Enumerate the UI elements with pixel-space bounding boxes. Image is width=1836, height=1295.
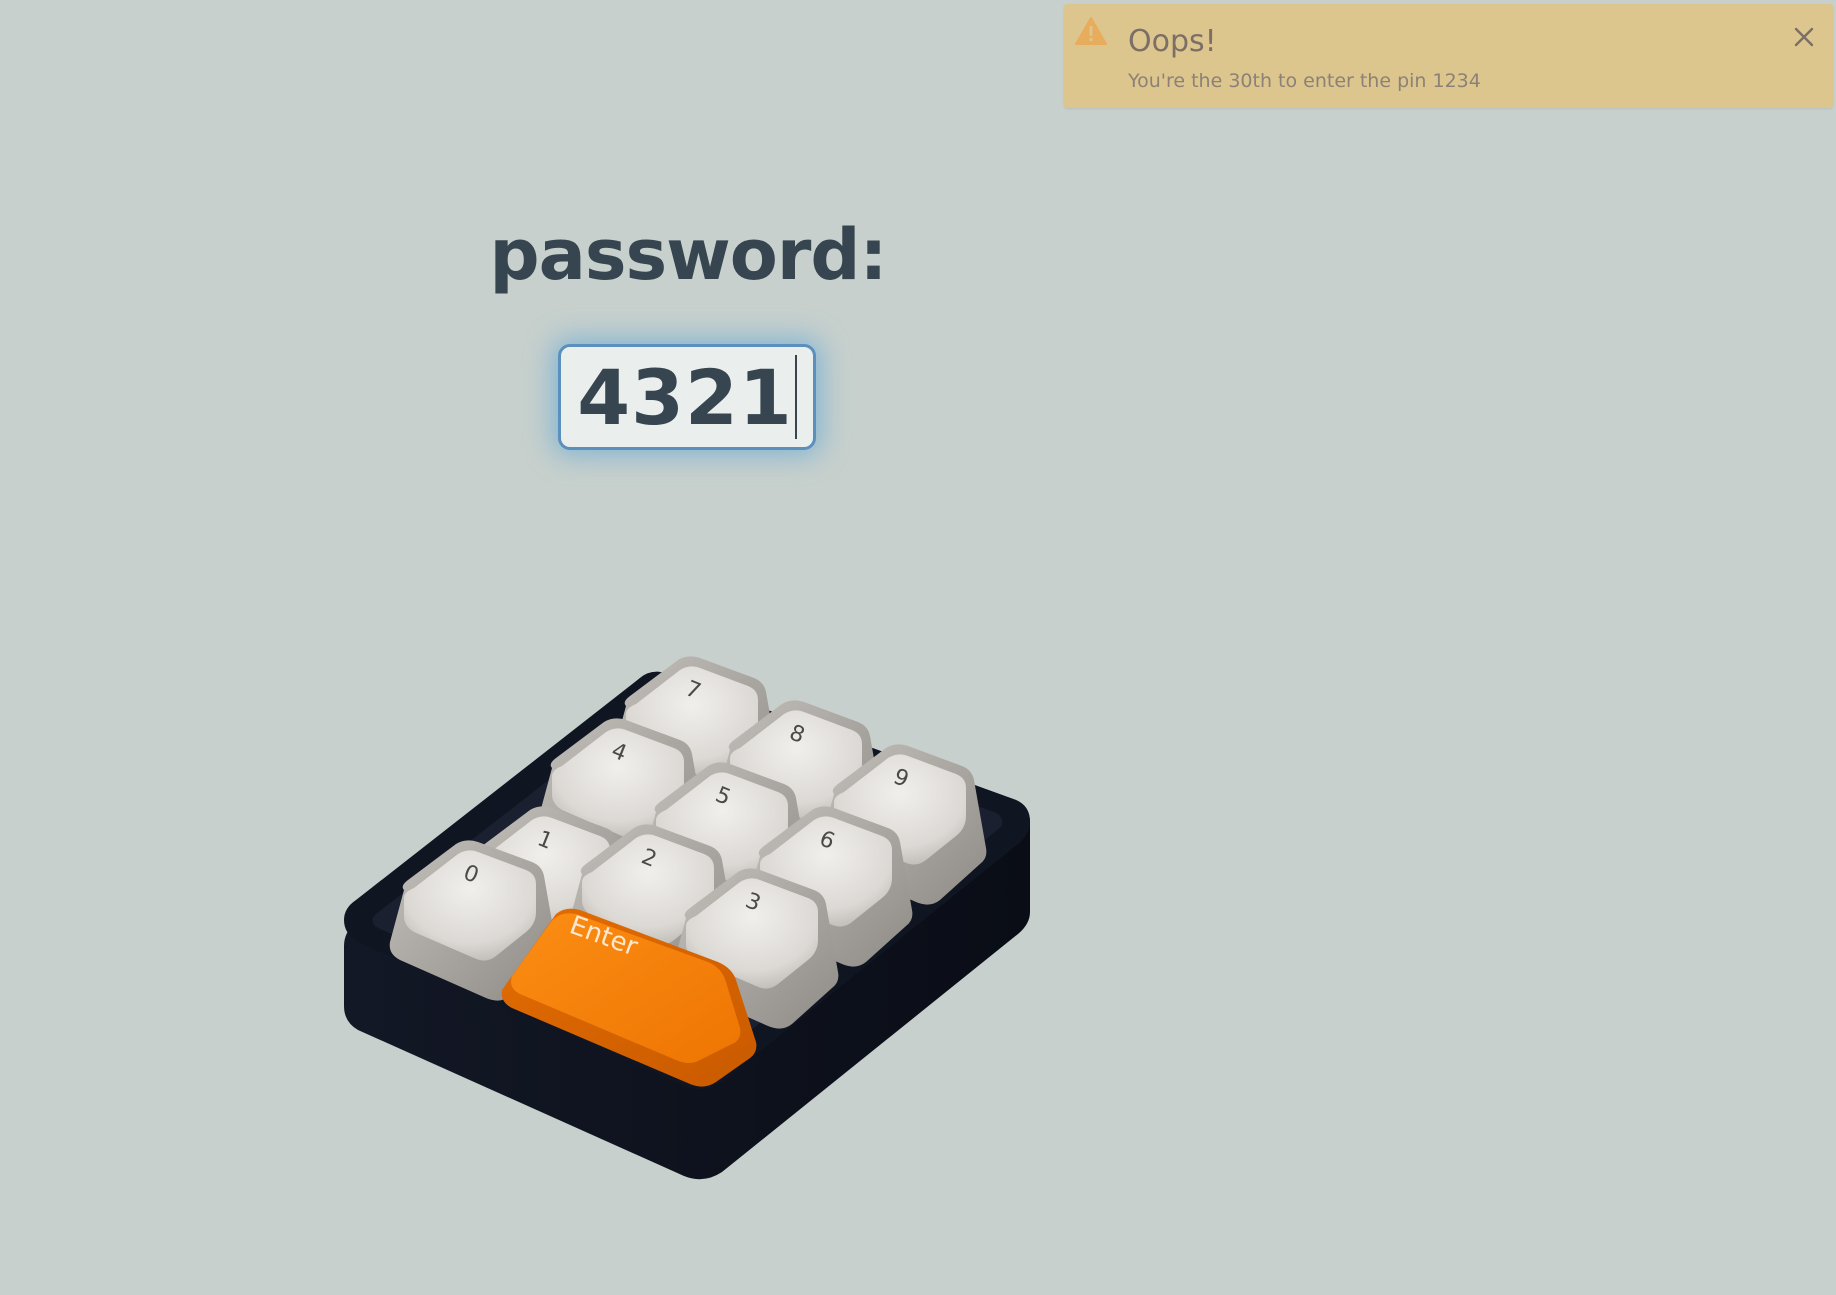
keypad: 784951 6203Enter xyxy=(344,656,1030,1180)
page: Oops! You're the 30th to enter the pin 1… xyxy=(0,0,1836,1295)
